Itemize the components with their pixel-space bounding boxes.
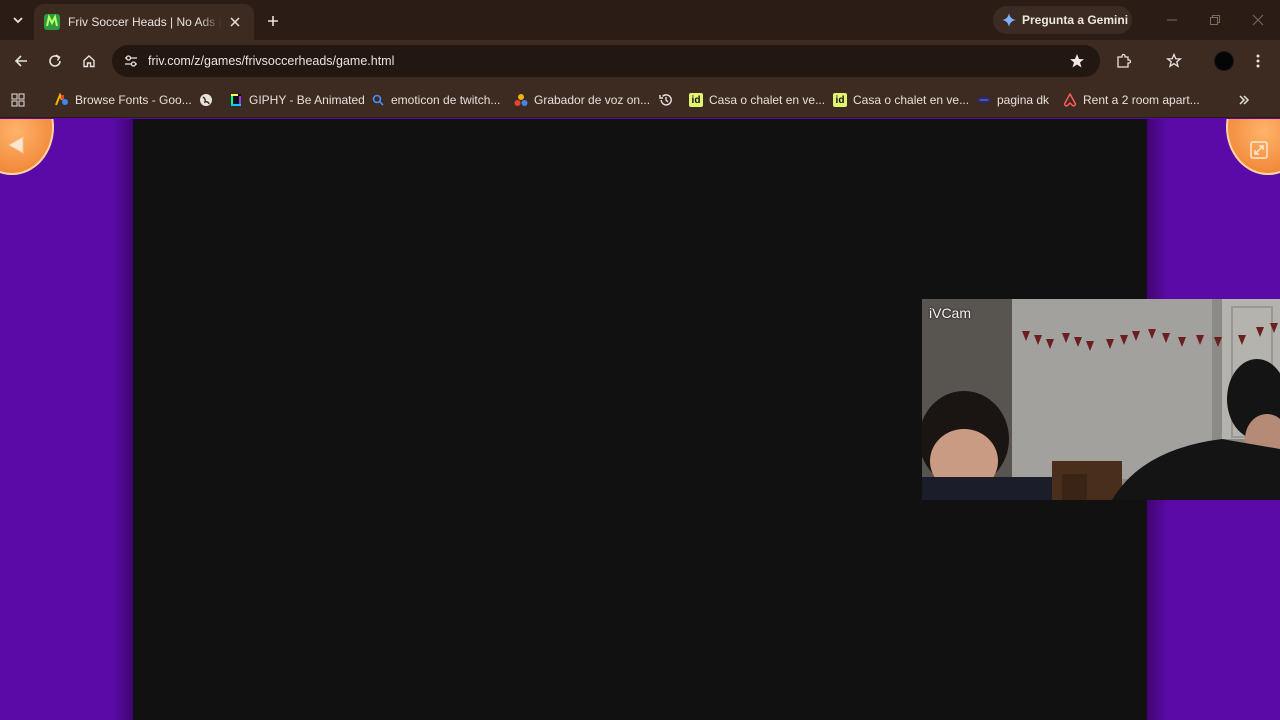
address-bar[interactable]: friv.com/z/games/frivsoccerheads/game.ht… bbox=[112, 45, 1100, 77]
bookmark-item[interactable] bbox=[659, 90, 673, 110]
more-vertical-icon bbox=[1256, 54, 1260, 68]
star-filled-icon bbox=[1070, 54, 1084, 68]
home-icon bbox=[83, 55, 95, 68]
restore-icon bbox=[1210, 15, 1220, 25]
gemini-sparkle-icon bbox=[1002, 13, 1016, 27]
webcam-video-image bbox=[922, 299, 1280, 500]
extensions-button[interactable] bbox=[1113, 50, 1135, 72]
profile-avatar[interactable] bbox=[1214, 51, 1234, 71]
page-shadow-left bbox=[112, 119, 134, 720]
bookmark-label: pagina dk bbox=[997, 93, 1050, 107]
tune-icon bbox=[125, 55, 137, 67]
airbnb-icon bbox=[1063, 93, 1077, 107]
tab-close-button[interactable] bbox=[226, 13, 244, 31]
apps-button[interactable] bbox=[11, 90, 25, 110]
bookmark-label: GIPHY - Be Animated bbox=[249, 93, 365, 107]
gemini-label: Pregunta a Gemini bbox=[1022, 13, 1129, 27]
bookmark-item[interactable]: Browse Fonts - Goo... bbox=[55, 90, 192, 110]
bookmark-item[interactable]: emoticon de twitch... bbox=[371, 90, 500, 110]
home-button[interactable] bbox=[78, 50, 100, 72]
bookmark-label: Grabador de voz on... bbox=[534, 93, 651, 107]
webcam-label: iVCam bbox=[929, 305, 972, 321]
bookmark-label: Casa o chalet en ve... bbox=[853, 93, 970, 107]
star-list-icon bbox=[1166, 53, 1182, 68]
minimize-button[interactable] bbox=[1160, 8, 1184, 32]
reload-button[interactable] bbox=[44, 50, 66, 72]
bookmark-label: emoticon de twitch... bbox=[391, 93, 501, 107]
friv-favicon-icon bbox=[44, 14, 60, 30]
restore-button[interactable] bbox=[1203, 8, 1227, 32]
bookmark-star-button[interactable] bbox=[1066, 50, 1088, 72]
idealista-icon: id bbox=[833, 93, 847, 107]
chevron-down-icon bbox=[13, 17, 23, 24]
webcam-overlay[interactable]: iVCam bbox=[922, 299, 1280, 500]
active-tab[interactable]: Friv Soccer Heads | No Ads | Play bbox=[34, 4, 254, 40]
fullscreen-icon bbox=[1250, 141, 1268, 159]
globe-icon bbox=[199, 93, 213, 107]
bookmark-item[interactable]: Rent a 2 room apart... bbox=[1063, 90, 1200, 110]
puzzle-icon bbox=[1117, 53, 1132, 68]
tab-strip: Friv Soccer Heads | No Ads | Play Pregun… bbox=[0, 0, 1280, 40]
dk-icon bbox=[977, 93, 991, 107]
double-chevron-right-icon bbox=[1239, 95, 1250, 105]
bookmark-item[interactable]: Grabador de voz on... bbox=[514, 90, 650, 110]
tab-title: Friv Soccer Heads | No Ads | Play bbox=[68, 15, 222, 29]
voice-recorder-icon bbox=[514, 93, 528, 107]
back-button[interactable] bbox=[0, 119, 54, 175]
back-button[interactable] bbox=[10, 50, 32, 72]
reload-icon bbox=[49, 54, 61, 67]
new-tab-button[interactable] bbox=[262, 10, 284, 32]
tab-search-button[interactable] bbox=[6, 8, 30, 32]
bookmarks-bar: Browse Fonts - Goo... GIPHY - Be Animate… bbox=[0, 82, 1280, 118]
gemini-button[interactable]: Pregunta a Gemini bbox=[993, 6, 1132, 34]
plus-icon bbox=[268, 16, 278, 26]
idealista-icon: id bbox=[689, 93, 703, 107]
url-text: friv.com/z/games/frivsoccerheads/game.ht… bbox=[148, 54, 395, 68]
close-window-button[interactable] bbox=[1246, 8, 1270, 32]
apps-grid-icon bbox=[11, 93, 25, 107]
minimize-icon bbox=[1167, 19, 1177, 21]
triangle-left-icon bbox=[8, 136, 24, 154]
giphy-icon bbox=[229, 93, 243, 107]
menu-button[interactable] bbox=[1247, 50, 1269, 72]
arrow-left-icon bbox=[14, 55, 27, 67]
browser-toolbar: friv.com/z/games/frivsoccerheads/game.ht… bbox=[0, 40, 1280, 82]
close-icon bbox=[1252, 14, 1264, 26]
bookmarks-manager-button[interactable] bbox=[1163, 50, 1185, 72]
bookmark-label: Browse Fonts - Goo... bbox=[75, 93, 192, 107]
bookmark-item[interactable]: GIPHY - Be Animated bbox=[229, 90, 365, 110]
site-info-button[interactable] bbox=[120, 50, 142, 72]
bookmark-item[interactable]: pagina dk bbox=[977, 90, 1049, 110]
bookmark-item[interactable]: id Casa o chalet en ve... bbox=[833, 90, 969, 110]
bookmark-label: Casa o chalet en ve... bbox=[709, 93, 826, 107]
close-icon bbox=[230, 17, 240, 27]
more-bookmarks-button[interactable] bbox=[1238, 90, 1250, 110]
fullscreen-button[interactable] bbox=[1226, 119, 1280, 175]
bookmark-item[interactable]: id Casa o chalet en ve... bbox=[689, 90, 825, 110]
bookmark-label: Rent a 2 room apart... bbox=[1083, 93, 1200, 107]
history-icon bbox=[659, 93, 673, 107]
google-fonts-icon bbox=[55, 93, 69, 107]
bookmark-item[interactable] bbox=[199, 90, 213, 110]
search-icon bbox=[371, 93, 385, 107]
